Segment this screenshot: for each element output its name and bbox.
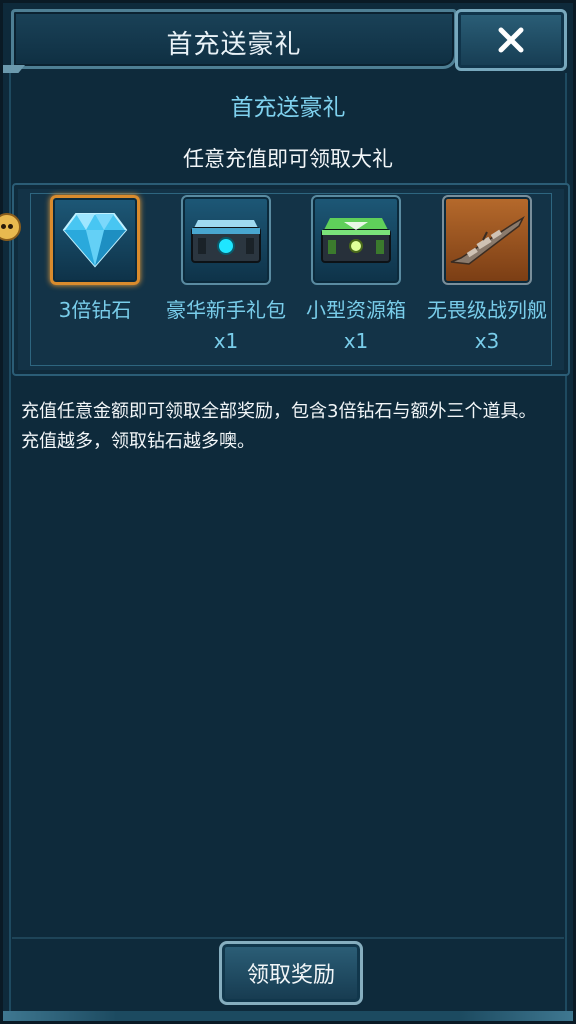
section-title: 首充送豪礼 <box>230 95 346 121</box>
reward-icon-frame <box>442 195 532 285</box>
close-icon <box>498 27 524 53</box>
reward-icon-frame <box>181 195 271 285</box>
reward-icon-frame <box>50 195 140 285</box>
reward-label: 无畏级战列舰 x3 <box>427 298 547 353</box>
dialog-title: 首充送豪礼 <box>166 29 302 60</box>
tagline: 任意充值即可领取大礼 <box>183 147 393 171</box>
claim-reward-button[interactable]: 领取奖励 <box>219 941 363 1005</box>
reward-item[interactable]: 豪华新手礼包 x1 <box>161 195 291 357</box>
first-recharge-dialog: 首充送豪礼 首充送豪礼 任意充值即可领取大礼 3倍钻石 豪华新手礼包 x1 小型… <box>0 0 576 1024</box>
reward-label: 3倍钻石 <box>58 298 132 322</box>
reward-label: 豪华新手礼包 x1 <box>166 298 286 353</box>
close-button[interactable] <box>455 9 567 71</box>
battleship-icon <box>450 216 525 265</box>
dialog-header: 首充送豪礼 <box>11 9 457 69</box>
reward-icon-frame <box>311 195 401 285</box>
reward-item[interactable]: 3倍钻石 <box>30 195 160 326</box>
reward-description: 充值任意金额即可领取全部奖励，包含3倍钻石与额外三个道具。 充值越多，领取钻石越… <box>21 397 561 457</box>
reward-item[interactable]: 无畏级战列舰 x3 <box>422 195 552 357</box>
description-line: 充值越多，领取钻石越多噢。 <box>21 431 255 452</box>
description-line: 充值任意金额即可领取全部奖励，包含3倍钻石与额外三个道具。 <box>21 401 537 422</box>
diamond-icon <box>62 213 128 268</box>
footer-divider <box>12 937 564 939</box>
reward-item[interactable]: 小型资源箱 x1 <box>291 195 421 357</box>
luxury-chest-icon <box>191 220 261 263</box>
resource-box-icon <box>321 218 391 263</box>
reward-label: 小型资源箱 x1 <box>306 298 406 353</box>
bottom-frame-bar <box>3 1011 573 1021</box>
